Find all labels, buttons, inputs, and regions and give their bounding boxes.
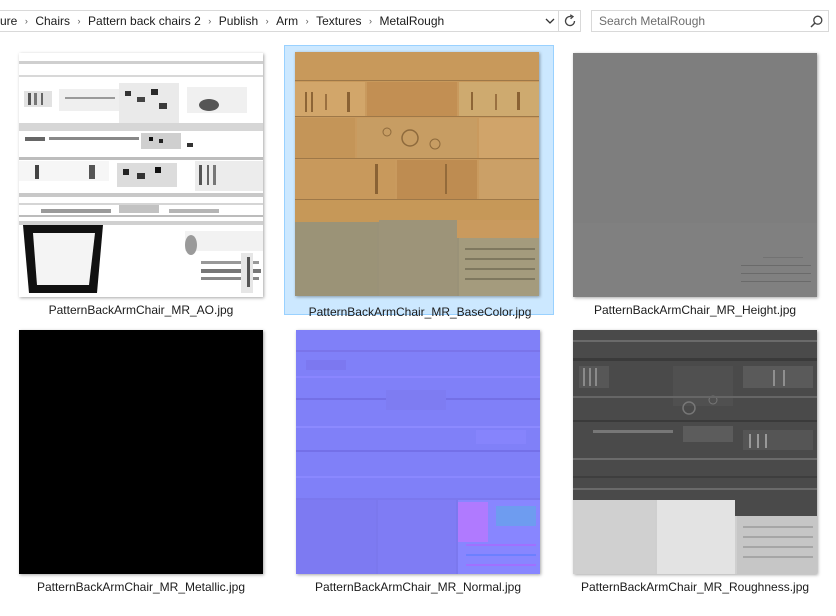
breadcrumb-item[interactable]: Publish bbox=[217, 11, 260, 31]
file-name: PatternBackArmChair_MR_Metallic.jpg bbox=[36, 580, 246, 594]
file-tile[interactable]: PatternBackArmChair_MR_Roughness.jpg bbox=[569, 326, 836, 596]
texture-thumbnail-metallic[interactable] bbox=[19, 330, 263, 574]
file-name: PatternBackArmChair_MR_Roughness.jpg bbox=[580, 580, 810, 594]
chevron-down-icon bbox=[545, 18, 555, 24]
refresh-button[interactable] bbox=[558, 11, 580, 31]
file-tile[interactable]: PatternBackArmChair_MR_Height.jpg bbox=[569, 49, 836, 319]
chevron-right-icon[interactable]: › bbox=[260, 11, 274, 31]
breadcrumb-item[interactable]: Chairs bbox=[33, 11, 72, 31]
chevron-right-icon[interactable]: › bbox=[300, 11, 314, 31]
refresh-icon bbox=[564, 14, 575, 27]
breadcrumb-item[interactable]: Pattern back chairs 2 bbox=[86, 11, 203, 31]
chevron-right-icon[interactable]: › bbox=[203, 11, 217, 31]
search-button[interactable] bbox=[808, 13, 824, 29]
height-map-image bbox=[573, 53, 817, 297]
texture-thumbnail-normal[interactable] bbox=[296, 330, 540, 574]
file-tile-selected[interactable]: PatternBackArmChair_MR_BaseColor.jpg bbox=[284, 45, 554, 319]
texture-thumbnail-basecolor[interactable] bbox=[295, 52, 539, 296]
normal-map-image bbox=[296, 330, 540, 574]
search-input[interactable] bbox=[592, 11, 809, 31]
file-name: PatternBackArmChair_MR_Normal.jpg bbox=[314, 580, 522, 594]
search-box[interactable] bbox=[591, 10, 829, 32]
chevron-right-icon[interactable]: › bbox=[363, 11, 377, 31]
file-name: PatternBackArmChair_MR_AO.jpg bbox=[48, 303, 234, 317]
address-history-dropdown[interactable] bbox=[542, 11, 558, 31]
basecolor-map-image bbox=[295, 52, 539, 296]
ao-map-image bbox=[19, 53, 263, 297]
chevron-right-icon[interactable]: › bbox=[72, 11, 86, 31]
breadcrumb-item[interactable]: ure bbox=[0, 11, 19, 31]
search-icon bbox=[809, 15, 822, 28]
file-name: PatternBackArmChair_MR_BaseColor.jpg bbox=[308, 305, 532, 319]
breadcrumb-item-current[interactable]: MetalRough bbox=[377, 11, 446, 31]
file-tile[interactable]: PatternBackArmChair_MR_Metallic.jpg bbox=[15, 326, 285, 596]
navigation-bar: ure › Chairs › Pattern back chairs 2 › P… bbox=[0, 0, 836, 42]
texture-thumbnail-height[interactable] bbox=[573, 53, 817, 297]
texture-thumbnail-ao[interactable] bbox=[19, 53, 263, 297]
file-tile[interactable]: PatternBackArmChair_MR_Normal.jpg bbox=[292, 326, 562, 596]
address-bar[interactable]: ure › Chairs › Pattern back chairs 2 › P… bbox=[0, 10, 581, 32]
file-tile[interactable]: PatternBackArmChair_MR_AO.jpg bbox=[15, 49, 285, 319]
metallic-map-image bbox=[19, 330, 263, 574]
file-name: PatternBackArmChair_MR_Height.jpg bbox=[593, 303, 797, 317]
texture-thumbnail-roughness[interactable] bbox=[573, 330, 817, 574]
breadcrumb-item[interactable]: Arm bbox=[274, 11, 300, 31]
roughness-map-image bbox=[573, 330, 817, 574]
chevron-right-icon[interactable]: › bbox=[19, 11, 33, 31]
breadcrumb-item[interactable]: Textures bbox=[314, 11, 363, 31]
